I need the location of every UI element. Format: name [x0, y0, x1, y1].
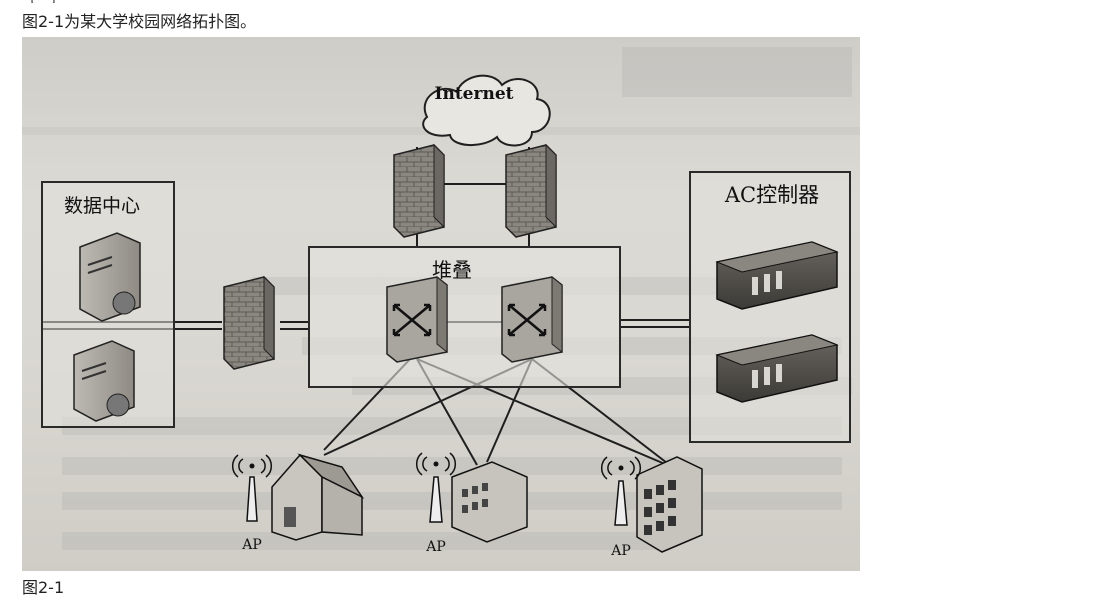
datacenter-group: 数据中心 [41, 181, 175, 428]
switch-icon [386, 275, 448, 363]
building-icon [451, 461, 528, 543]
firewall-icon [393, 143, 445, 238]
server-icon [79, 232, 141, 322]
ac-controller-group: AC控制器 [689, 171, 851, 443]
ap-label: AP [241, 537, 262, 553]
switch-icon [501, 275, 563, 363]
page-header-fragment: 【…】 [22, 0, 64, 3]
building-icon [636, 456, 703, 553]
datacenter-label: 数据中心 [64, 195, 140, 217]
ac-controller-label: AC控制器 [724, 183, 819, 207]
server-icon [73, 340, 135, 422]
topology-diagram: Internet 堆叠 数据中心 AC控制器 AP AP AP [22, 47, 860, 559]
internet-cloud: Internet [422, 74, 551, 147]
ap-label: AP [610, 543, 631, 559]
topology-photo: Internet 堆叠 数据中心 AC控制器 AP AP AP [22, 37, 860, 571]
ap-label: AP [425, 539, 446, 555]
figure-caption: 图2-1 [22, 578, 65, 597]
intro-text: 图2-1为某大学校园网络拓扑图。 [22, 12, 257, 31]
firewall-icon [223, 275, 275, 370]
firewall-icon [505, 143, 557, 238]
stack-group: 堆叠 [308, 246, 621, 388]
internet-label: Internet [435, 84, 514, 104]
